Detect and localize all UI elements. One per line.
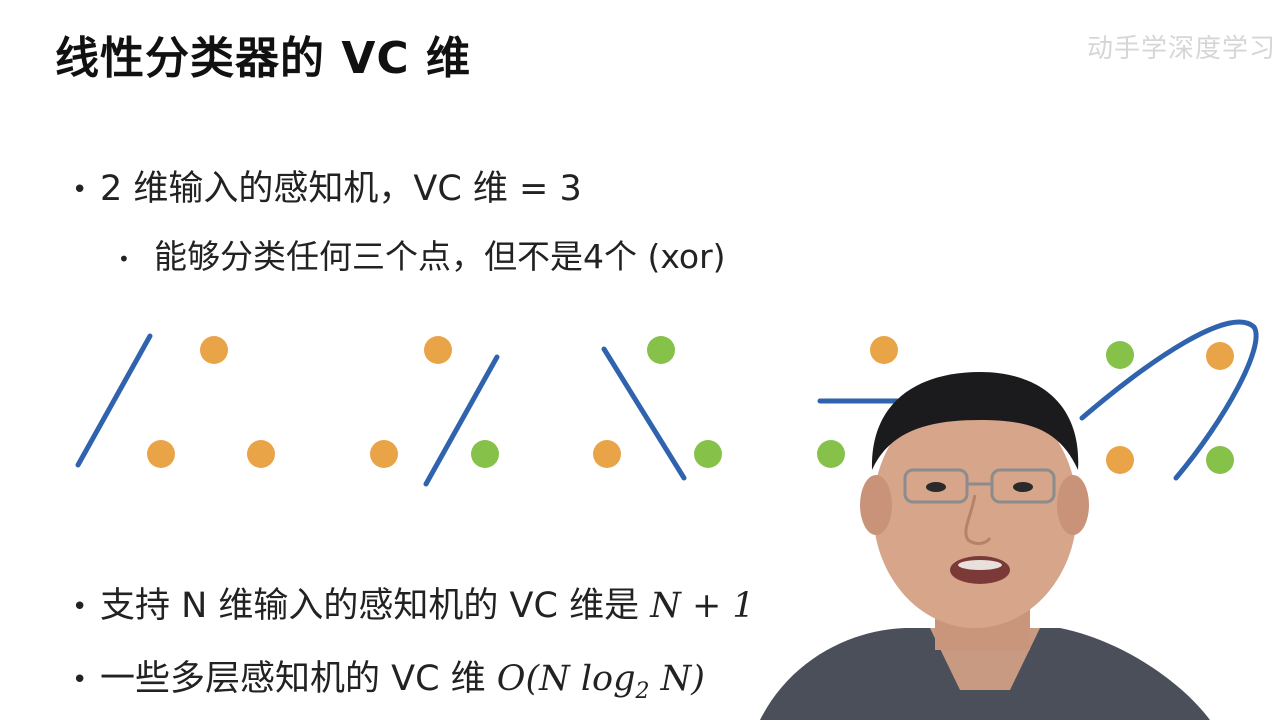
presenter-video-overlay xyxy=(760,372,1210,720)
slide: 线性分类器的 VC 维 动手学深度学习 • 2 维输入的感知机，VC 维 = 3 … xyxy=(0,0,1282,720)
